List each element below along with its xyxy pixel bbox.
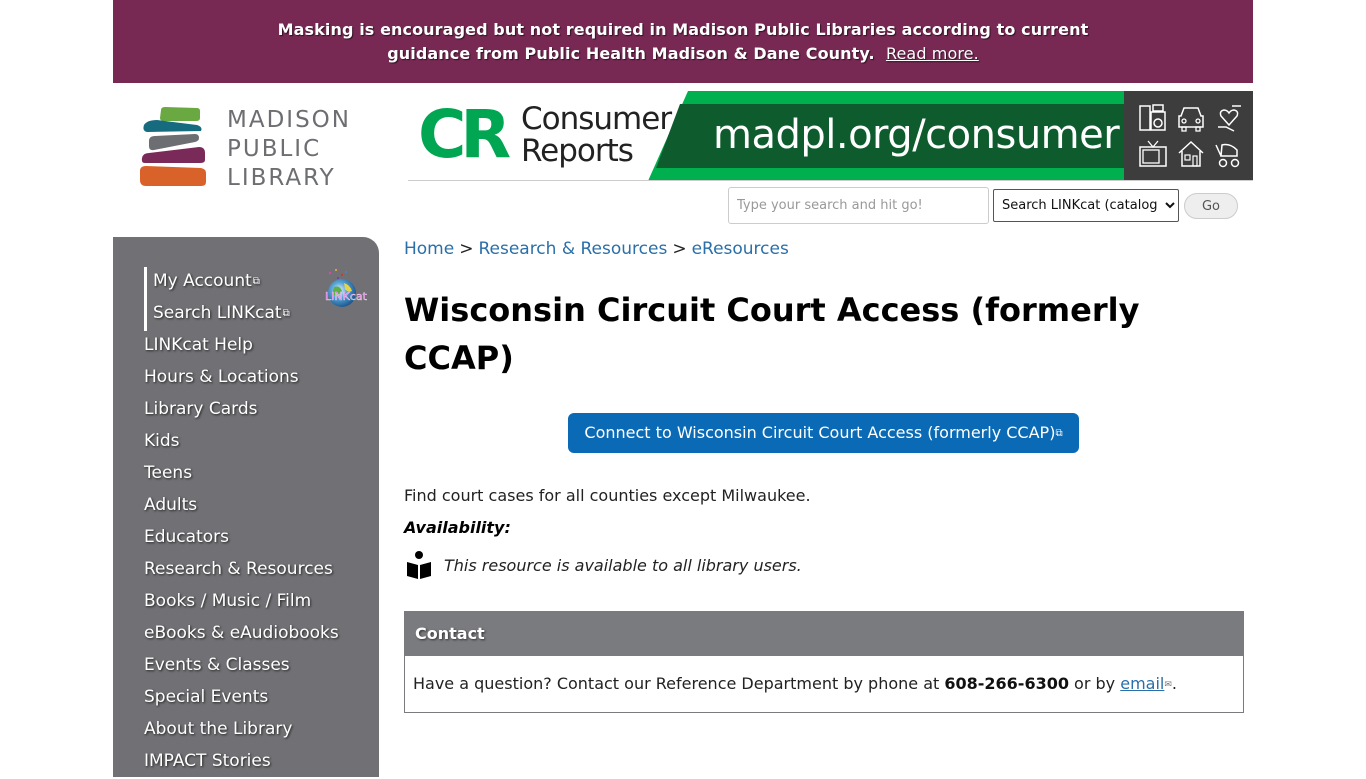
contact-email-link[interactable]: email [1120, 674, 1164, 693]
breadcrumb-separator: > [459, 239, 474, 259]
alert-line-2: guidance from Public Health Madison & Da… [387, 44, 875, 63]
sidebar-item-special-events[interactable]: Special Events [144, 683, 339, 715]
sidebar-link-linkcat-help[interactable]: LINKcat Help [144, 335, 253, 355]
sidebar-item-search-linkcat[interactable]: Search LINKcat⧉ [144, 299, 339, 331]
contact-body: Have a question? Contact our Reference D… [405, 656, 1243, 693]
breadcrumb-home[interactable]: Home [404, 239, 454, 259]
sidebar-item-events-classes[interactable]: Events & Classes [144, 651, 339, 683]
house-icon [1178, 140, 1204, 167]
contact-text: Have a question? Contact our Reference D… [413, 674, 945, 693]
sidebar-link-impact-stories[interactable]: IMPACT Stories [144, 751, 271, 771]
contact-text: or by [1068, 674, 1121, 693]
availability-label: Availability: [404, 518, 511, 537]
search-go-button[interactable]: Go [1184, 193, 1238, 219]
ad-url-text: madpl.org/consumer [713, 112, 1120, 158]
logo-wordmark: MADISON PUBLIC LIBRARY [227, 106, 351, 193]
availability-text: This resource is available to all librar… [444, 556, 802, 575]
connect-button-label: Connect to Wisconsin Circuit Court Acces… [584, 423, 1056, 442]
sidebar-link-about[interactable]: About the Library [144, 719, 292, 739]
sidebar-nav: My Account⧉ Search LINKcat⧉ LINKcat Help… [113, 237, 379, 777]
sidebar-link-adults[interactable]: Adults [144, 495, 197, 515]
sidebar-link-books-music-film[interactable]: Books / Music / Film [144, 591, 311, 611]
reader-icon [407, 551, 431, 579]
resource-description: Find court cases for all counties except… [404, 486, 811, 505]
sidebar-link-hours-locations[interactable]: Hours & Locations [144, 367, 299, 387]
search-scope-select[interactable]: Search LINKcat (catalog) [993, 189, 1179, 222]
contact-phone: 608-266-6300 [944, 674, 1069, 693]
breadcrumb: Home > Research & Resources > eResources [404, 239, 789, 259]
sidebar-item-my-account[interactable]: My Account⧉ [144, 267, 339, 299]
appliances-icon [1139, 104, 1166, 131]
sidebar-item-teens[interactable]: Teens [144, 459, 339, 491]
sidebar-menu: My Account⧉ Search LINKcat⧉ LINKcat Help… [144, 267, 339, 779]
sidebar-item-label: Search LINKcat [153, 303, 282, 323]
sidebar-item-research-resources[interactable]: Research & Resources [144, 555, 339, 587]
sidebar-link-search-linkcat[interactable]: Search LINKcat⧉ [153, 303, 290, 323]
sidebar-item-linkcat-help[interactable]: LINKcat Help [144, 331, 339, 363]
search-input[interactable] [728, 187, 989, 224]
logo-line-1: MADISON [227, 107, 351, 133]
sidebar-link-teens[interactable]: Teens [144, 463, 192, 483]
read-more-link[interactable]: Read more. [886, 44, 979, 63]
consumer-reports-ad-banner[interactable]: CR Consumer Reports madpl.org/consumer [408, 91, 1253, 181]
mail-icon: ✉ [1164, 680, 1172, 690]
contact-panel: Contact Have a question? Contact our Ref… [404, 611, 1244, 713]
madison-public-library-logo[interactable]: MADISON PUBLIC LIBRARY [139, 105, 364, 195]
cr-logo-letters: CR [418, 96, 511, 173]
tv-icon [1139, 140, 1167, 167]
sidebar-link-kids[interactable]: Kids [144, 431, 180, 451]
sidebar-item-label: My Account [153, 271, 252, 291]
breadcrumb-separator: > [672, 239, 687, 259]
logo-line-3: LIBRARY [227, 165, 336, 191]
connect-resource-button[interactable]: Connect to Wisconsin Circuit Court Acces… [568, 413, 1079, 453]
contact-text: . [1171, 674, 1177, 693]
sidebar-link-my-account[interactable]: My Account⧉ [153, 271, 260, 291]
breadcrumb-research-resources[interactable]: Research & Resources [478, 239, 667, 259]
sidebar-item-library-cards[interactable]: Library Cards [144, 395, 339, 427]
external-link-icon: ⧉ [1055, 428, 1063, 439]
stroller-icon [1215, 143, 1240, 168]
car-icon [1178, 107, 1204, 132]
page-title: Wisconsin Circuit Court Access (formerly… [404, 291, 1140, 377]
covid-alert-banner: Masking is encouraged but not required i… [113, 0, 1253, 83]
sidebar-item-books-music-film[interactable]: Books / Music / Film [144, 587, 339, 619]
contact-heading: Contact [405, 612, 1243, 656]
sidebar-item-impact-stories[interactable]: IMPACT Stories [144, 747, 339, 779]
ad-product-icons [1124, 91, 1253, 180]
external-link-icon: ⧉ [252, 276, 260, 287]
breadcrumb-eresources[interactable]: eResources [692, 239, 789, 259]
alert-line-1: Masking is encouraged but not required i… [277, 20, 1089, 39]
sidebar-link-ebooks[interactable]: eBooks & eAudiobooks [144, 623, 339, 643]
sidebar-item-adults[interactable]: Adults [144, 491, 339, 523]
heart-hand-icon [1218, 105, 1241, 132]
sidebar-link-educators[interactable]: Educators [144, 527, 229, 547]
sidebar-item-ebooks[interactable]: eBooks & eAudiobooks [144, 619, 339, 651]
book-stack-logo-icon [140, 107, 206, 186]
linkcat-logo-text: LINKcat [325, 290, 368, 303]
sidebar-item-about[interactable]: About the Library [144, 715, 339, 747]
page: Masking is encouraged but not required i… [113, 0, 1253, 777]
sidebar-item-kids[interactable]: Kids [144, 427, 339, 459]
sidebar-link-library-cards[interactable]: Library Cards [144, 399, 257, 419]
sidebar-item-educators[interactable]: Educators [144, 523, 339, 555]
sidebar-item-hours-locations[interactable]: Hours & Locations [144, 363, 339, 395]
sidebar-link-events-classes[interactable]: Events & Classes [144, 655, 290, 675]
sidebar-link-research-resources[interactable]: Research & Resources [144, 559, 333, 579]
sidebar-link-special-events[interactable]: Special Events [144, 687, 268, 707]
external-link-icon: ⧉ [282, 308, 290, 319]
logo-line-2: PUBLIC [227, 136, 322, 162]
linkcat-logo-icon[interactable]: LINKcat [318, 267, 374, 315]
